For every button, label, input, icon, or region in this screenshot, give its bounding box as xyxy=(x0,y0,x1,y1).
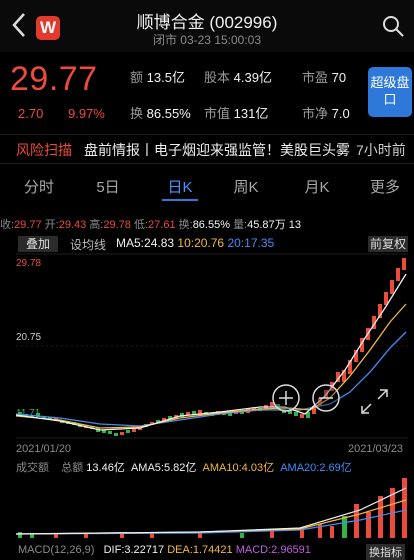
zoom-in-icon[interactable] xyxy=(272,384,300,412)
tab-more[interactable]: 更多 xyxy=(360,176,410,197)
ama10-line xyxy=(15,499,407,535)
set-ma-button[interactable]: 设均线 xyxy=(70,236,106,253)
volume-legend: 成交额 总额 13.46亿 AMA5:5.82亿 AMA10:4.03亿 AMA… xyxy=(16,462,352,474)
tab-weekly-k[interactable]: 周K xyxy=(221,176,271,197)
price-change-percent: 9.97% xyxy=(68,106,105,121)
macd-legend: MACD(12,26,9) DIF:3.22717 DEA:1.74421 MA… xyxy=(18,544,311,556)
ama5-line xyxy=(15,487,407,535)
price-change: 2.70 xyxy=(18,106,44,121)
kline-chart[interactable]: 29.78 20.75 11.71 xyxy=(0,252,414,442)
risk-scan-label[interactable]: 风险扫描 xyxy=(16,140,72,160)
news-headline[interactable]: 盘前情报丨电子烟迎来强监管！美股巨头雾 xyxy=(84,140,356,160)
super-orderbook-button[interactable]: 超级盘口 xyxy=(368,67,412,117)
tab-daily-k[interactable]: 日K xyxy=(155,176,205,197)
search-icon[interactable] xyxy=(381,14,405,38)
tab-intraday[interactable]: 分时 xyxy=(14,176,64,197)
quote-turnover: 换 86.55% xyxy=(130,106,191,121)
y-axis-top-label: 29.78 xyxy=(16,258,41,269)
ma-legend: MA5:24.83 10:20.76 20:17.35 xyxy=(116,236,275,250)
y-axis-mid-label: 20.75 xyxy=(16,332,41,343)
fullscreen-icon[interactable] xyxy=(361,389,388,414)
quote-market-cap: 市值 131亿 xyxy=(204,106,269,121)
volume-bars xyxy=(18,478,407,538)
date-end-label: 2021/03/23 xyxy=(348,443,404,455)
current-price: 29.77 xyxy=(10,60,98,98)
adjust-mode-button[interactable]: 前复权 xyxy=(368,236,408,252)
news-time: 7小时前 xyxy=(356,142,406,158)
market-status: 闭市 03-23 15:00:03 xyxy=(152,33,262,47)
stock-title: 顺博合金 (002996) xyxy=(136,13,278,32)
quote-pe: 市盈 70 xyxy=(302,70,347,85)
date-start-label: 2021/01/20 xyxy=(16,443,72,455)
switch-indicator-button[interactable]: 换指标 xyxy=(366,544,405,560)
tab-5day[interactable]: 5日 xyxy=(83,176,133,197)
ma5-line xyxy=(15,273,407,431)
tab-monthly-k[interactable]: 月K xyxy=(292,176,342,197)
overlay-button[interactable]: 叠加 xyxy=(18,236,58,252)
zoom-out-icon[interactable] xyxy=(312,384,340,412)
quote-amount: 额 13.5亿 xyxy=(130,70,185,85)
volume-chart xyxy=(15,478,407,538)
candles xyxy=(18,258,406,436)
quote-share-capital: 股本 4.39亿 xyxy=(204,70,272,85)
tab-active-indicator xyxy=(162,199,198,201)
quote-pb: 市净 7.0 xyxy=(302,106,350,121)
ohlc-stats: 收:29.77 开:29.43 高:29.78 低:27.61 换:86.55%… xyxy=(0,219,301,231)
